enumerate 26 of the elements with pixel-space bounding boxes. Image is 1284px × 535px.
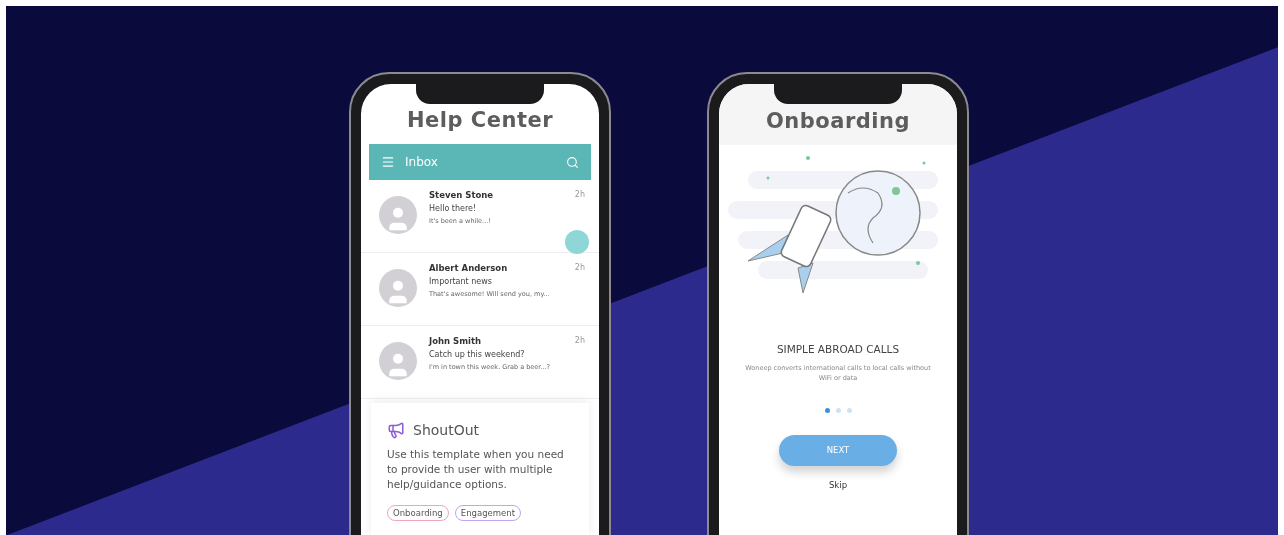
menu-icon[interactable]: [381, 155, 395, 169]
screen-title: Help Center: [405, 108, 555, 132]
message-subject: Important news: [429, 277, 493, 286]
sender-name: Steven Stone: [429, 190, 495, 200]
sender-name: Albert Anderson: [429, 263, 509, 273]
skip-link[interactable]: Skip: [828, 479, 848, 490]
avatar-icon: [379, 269, 417, 307]
search-icon[interactable]: [566, 155, 579, 169]
floating-action-button[interactable]: [565, 230, 589, 254]
message-subject: Catch up this weekend?: [429, 350, 526, 359]
message-time: 2h: [574, 263, 585, 274]
megaphone-icon: [387, 421, 405, 439]
message-time: 2h: [574, 190, 585, 201]
onboarding-heading: SIMPLE ABROAD CALLS: [775, 343, 901, 355]
avatar-icon: [379, 196, 417, 234]
message-time: 2h: [574, 336, 585, 347]
avatar-icon: [379, 342, 417, 380]
screen-title: Onboarding: [765, 109, 911, 133]
card-description: Use this template when you need to provide th user with multiple help/guidance options.: [387, 447, 565, 493]
sender-name: John Smith: [429, 336, 483, 346]
message-subject: Hello there!: [429, 204, 478, 213]
toolbar-title: Inbox: [405, 155, 439, 169]
pager-dot[interactable]: [824, 407, 830, 413]
pager-dot[interactable]: [835, 407, 841, 413]
pager-dot[interactable]: [846, 407, 852, 413]
card-title: ShoutOut: [413, 422, 480, 438]
